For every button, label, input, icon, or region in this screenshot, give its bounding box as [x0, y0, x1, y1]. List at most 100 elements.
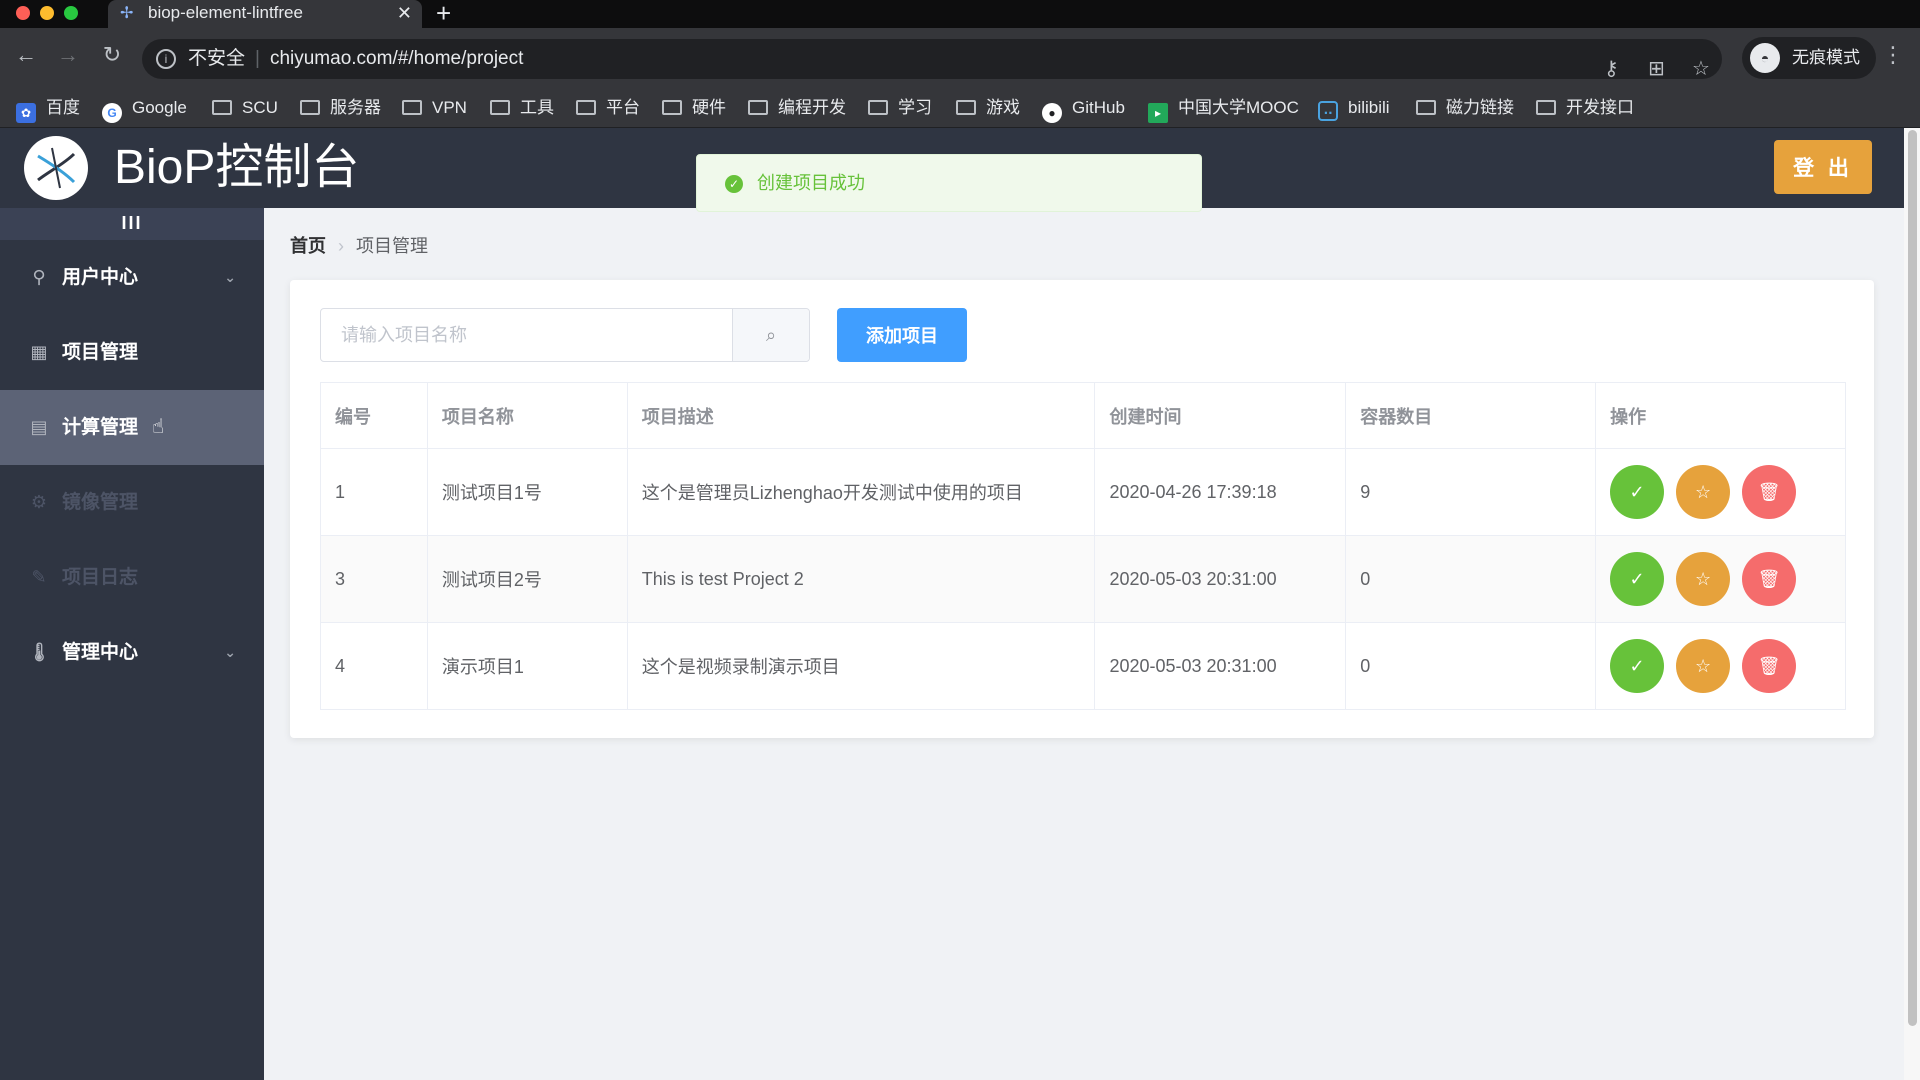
bookmark-label: Google — [132, 98, 187, 117]
check-icon: ✓ — [1629, 482, 1645, 502]
table-row: 4 演示项目1 这个是视频录制演示项目 2020-05-03 20:31:00 … — [320, 622, 1846, 710]
column-header-description: 项目描述 — [626, 382, 1096, 449]
cell-id: 4 — [320, 622, 428, 710]
scrollbar-thumb[interactable] — [1908, 130, 1917, 1026]
column-header-containers: 容器数目 — [1345, 382, 1597, 449]
column-header-actions: 操作 — [1595, 382, 1846, 449]
bookmark-folder-dev[interactable]: 编程开发 — [748, 90, 846, 128]
more-menu-icon[interactable]: ⋮ — [1882, 42, 1904, 68]
thermometer-icon: 🌡 — [28, 642, 51, 662]
logout-button[interactable]: 登 出 — [1774, 140, 1872, 194]
delete-button[interactable]: 🗑 — [1742, 639, 1797, 693]
star-button[interactable]: ☆ — [1676, 639, 1731, 693]
close-window-button[interactable] — [16, 6, 30, 20]
bookmark-google[interactable]: G Google — [102, 90, 187, 128]
bookmark-mooc[interactable]: ▸ 中国大学MOOC — [1148, 90, 1299, 128]
project-table: 编号 项目名称 项目描述 创建时间 容器数目 操作 1 测试项目1号 这个是管理… — [320, 382, 1846, 710]
bookmark-folder-platform[interactable]: 平台 — [576, 90, 640, 128]
bookmark-folder-servers[interactable]: 服务器 — [300, 90, 381, 128]
search-input[interactable] — [321, 309, 733, 361]
incognito-icon: ◓ — [1750, 43, 1780, 73]
sidebar-item-project-management[interactable]: ▦ 项目管理 — [0, 315, 264, 390]
cell-id: 3 — [320, 535, 428, 623]
bookmark-folder-hardware[interactable]: 硬件 — [662, 90, 726, 128]
bookmark-folder-tools[interactable]: 工具 — [490, 90, 554, 128]
sidebar-item-image-management[interactable]: ⚙ 镜像管理 — [0, 465, 264, 540]
new-tab-button[interactable]: + — [436, 0, 451, 26]
page-scrollbar[interactable] — [1904, 128, 1920, 1080]
bookmark-github[interactable]: ● GitHub — [1042, 90, 1125, 128]
key-icon[interactable]: ⚷ — [1604, 49, 1619, 89]
folder-icon — [300, 100, 320, 115]
column-header-id: 编号 — [320, 382, 428, 449]
minimize-window-button[interactable] — [40, 6, 54, 20]
confirm-button[interactable]: ✓ — [1610, 639, 1665, 693]
confirm-button[interactable]: ✓ — [1610, 465, 1665, 519]
reload-icon[interactable]: ↻ — [96, 42, 128, 68]
folder-icon — [576, 100, 596, 115]
forward-icon[interactable]: → — [52, 42, 84, 68]
bookmark-baidu[interactable]: ✿ 百度 — [16, 90, 80, 128]
cell-created: 2020-05-03 20:31:00 — [1094, 535, 1347, 623]
delete-button[interactable]: 🗑 — [1742, 465, 1797, 519]
folder-icon — [748, 100, 768, 115]
search-button[interactable]: ⌕ — [733, 309, 809, 361]
sidebar-item-compute-management[interactable]: ▤ 计算管理 ☝ — [0, 390, 264, 465]
bookmark-label: 学习 — [898, 98, 932, 117]
confirm-button[interactable]: ✓ — [1610, 552, 1665, 606]
sidebar-item-label: 项目日志 — [62, 567, 139, 588]
bookmark-folder-magnet[interactable]: 磁力链接 — [1416, 90, 1514, 128]
cell-id: 1 — [320, 448, 428, 536]
sidebar-collapse-toggle[interactable]: III — [0, 208, 264, 240]
bookmark-folder-scu[interactable]: SCU — [212, 90, 278, 128]
cell-actions: ✓ ☆ 🗑 — [1595, 448, 1846, 536]
cell-description: 这个是管理员Lizhenghao开发测试中使用的项目 — [626, 448, 1096, 536]
trash-icon: 🗑 — [1757, 482, 1781, 502]
close-tab-icon[interactable]: ✕ — [397, 0, 412, 26]
bookmark-folder-vpn[interactable]: VPN — [402, 90, 467, 128]
bookmark-folder-study[interactable]: 学习 — [868, 90, 932, 128]
baidu-icon: ✿ — [16, 103, 36, 123]
cell-created: 2020-05-03 20:31:00 — [1094, 622, 1347, 710]
cell-name: 测试项目2号 — [426, 535, 628, 623]
breadcrumb-home[interactable]: 首页 — [290, 236, 326, 256]
bookmark-folder-api[interactable]: 开发接口 — [1536, 90, 1634, 128]
zoom-window-button[interactable] — [64, 6, 78, 20]
folder-icon — [1416, 100, 1436, 115]
star-button[interactable]: ☆ — [1676, 552, 1731, 606]
bookmark-bilibili[interactable]: ⋅⋅ bilibili — [1318, 90, 1390, 128]
bookmark-folder-games[interactable]: 游戏 — [956, 90, 1020, 128]
project-card: ⌕ 添加项目 编号 项目名称 项目描述 创建时间 容器数目 操作 1 — [290, 280, 1874, 738]
address-separator: | — [255, 48, 260, 69]
browser-tab[interactable]: ✢ biop-element-lintfree ✕ — [108, 0, 422, 30]
sidebar-item-project-log[interactable]: ✎ 项目日志 — [0, 540, 264, 615]
folder-icon — [212, 100, 232, 115]
breadcrumb-current: 项目管理 — [356, 236, 428, 256]
add-project-button[interactable]: 添加项目 — [837, 308, 967, 362]
cell-created: 2020-04-26 17:39:18 — [1094, 448, 1347, 536]
sidebar-item-user-center[interactable]: ⚲ 用户中心 ⌄ — [0, 240, 264, 315]
bookmark-label: VPN — [432, 98, 467, 117]
table-header-row: 编号 项目名称 项目描述 创建时间 容器数目 操作 — [320, 382, 1846, 449]
tab-title: biop-element-lintfree — [148, 3, 303, 22]
breadcrumb: 首页 › 项目管理 — [290, 232, 428, 258]
incognito-profile-button[interactable]: ◓ 无痕模式 — [1742, 37, 1876, 79]
browser-toolbar: ← → ↻ i 不安全 | chiyumao.com/#/home/project … — [0, 28, 1920, 90]
bookmark-label: 工具 — [520, 98, 554, 117]
folder-icon — [402, 100, 422, 115]
sidebar-item-admin-center[interactable]: 🌡 管理中心 ⌄ — [0, 615, 264, 690]
cell-name: 演示项目1 — [426, 622, 628, 710]
toast-message: 创建项目成功 — [757, 173, 865, 193]
star-button[interactable]: ☆ — [1676, 465, 1731, 519]
bilibili-icon: ⋅⋅ — [1318, 101, 1338, 121]
translate-icon[interactable]: ⊞ — [1648, 49, 1665, 89]
star-icon: ☆ — [1695, 569, 1712, 589]
info-icon[interactable]: i — [156, 49, 176, 69]
check-icon: ✓ — [1629, 656, 1645, 676]
bookmark-star-icon[interactable]: ☆ — [1692, 49, 1710, 89]
mouse-pointer-icon: ☝ — [152, 416, 165, 438]
back-icon[interactable]: ← — [10, 42, 42, 68]
sidebar-item-label: 计算管理 — [62, 417, 139, 438]
address-bar[interactable]: i 不安全 | chiyumao.com/#/home/project ⚷ ⊞ ☆ — [142, 39, 1722, 80]
delete-button[interactable]: 🗑 — [1742, 552, 1797, 606]
